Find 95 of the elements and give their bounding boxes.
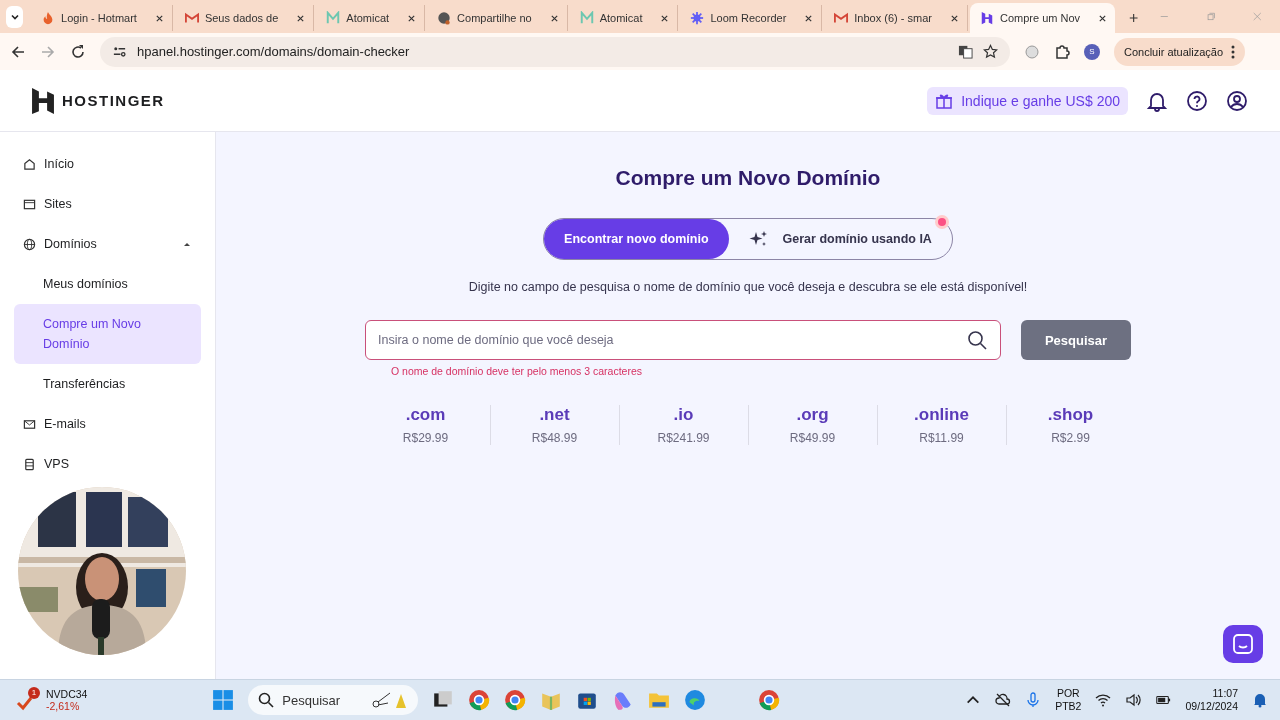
close-icon[interactable] — [804, 13, 814, 23]
tld-price: R$241.99 — [657, 431, 710, 445]
close-icon[interactable] — [660, 13, 670, 23]
new-tab-icon[interactable] — [1129, 12, 1139, 24]
caret-icon[interactable] — [183, 240, 191, 248]
browser-tab[interactable]: Compartilhe no — [427, 5, 568, 31]
chrome-icon[interactable] — [758, 689, 781, 711]
update-button[interactable]: Concluir atualização — [1114, 37, 1246, 66]
sidebar-item[interactable]: Sites — [14, 184, 201, 224]
stock-change: -2,61% — [46, 700, 81, 712]
logo[interactable]: HOSTINGER — [32, 87, 165, 114]
m-icon — [326, 11, 341, 25]
close-icon[interactable] — [949, 13, 959, 23]
edge-icon[interactable] — [684, 689, 707, 711]
reload-icon[interactable] — [70, 43, 86, 60]
mail-icon — [23, 417, 36, 431]
tld-name[interactable]: .online — [914, 405, 969, 425]
search-button[interactable]: Pesquisar — [1021, 320, 1131, 360]
search-icon[interactable] — [967, 330, 987, 350]
browser-tab[interactable]: Login - Hotmart — [31, 5, 173, 31]
translate-icon[interactable] — [958, 44, 973, 59]
speaker-icon[interactable] — [1125, 692, 1142, 708]
back-icon[interactable] — [10, 43, 26, 60]
chrome-icon[interactable] — [504, 689, 527, 711]
chrome-icon[interactable] — [468, 689, 491, 711]
site-settings-icon[interactable] — [112, 44, 127, 59]
h-logo-icon — [979, 11, 994, 25]
sidebar-item[interactable]: E-mails — [14, 404, 201, 444]
browser-tab[interactable]: Atomicat — [569, 5, 679, 31]
mode-tab[interactable]: Encontrar novo domínio — [544, 219, 729, 259]
sidebar-subitem[interactable]: Transferências — [14, 364, 201, 404]
profile-avatar[interactable]: S — [1084, 43, 1100, 60]
tld-price: R$49.99 — [789, 431, 836, 445]
tld-price: R$2.99 — [1051, 431, 1090, 445]
tld-price: R$29.99 — [402, 431, 449, 445]
sidebar-item[interactable]: Início — [14, 144, 201, 184]
sun-icon — [690, 11, 705, 25]
chevron-down-icon — [9, 12, 20, 22]
tld-name[interactable]: .shop — [1047, 405, 1094, 425]
tld-price: R$11.99 — [919, 431, 964, 445]
close-icon[interactable] — [407, 13, 417, 23]
home-icon — [23, 157, 36, 171]
sidebar-subitem[interactable]: Compre um Novo Domínio — [14, 304, 201, 364]
chat-button[interactable] — [1223, 625, 1263, 663]
tld-name[interactable]: .net — [539, 405, 570, 425]
logo-text: HOSTINGER — [62, 92, 165, 109]
domain-search-field[interactable]: Insira o nome de domínio que você deseja — [365, 320, 1001, 360]
search-icon — [258, 692, 275, 708]
tld-price: R$48.99 — [531, 431, 578, 445]
referral-button[interactable]: Indique e ganhe US$ 200 — [927, 86, 1128, 115]
server-icon — [23, 457, 36, 471]
sidebar-item[interactable]: Domínios — [14, 224, 201, 264]
close-icon[interactable] — [296, 13, 306, 23]
help-icon[interactable] — [1186, 89, 1208, 112]
window-icon — [23, 197, 36, 211]
microphone-icon[interactable] — [1025, 692, 1042, 708]
mail-icon — [834, 11, 849, 25]
sidebar-item[interactable]: VPS — [14, 444, 201, 484]
notification-dot — [937, 218, 946, 226]
tld-name[interactable]: .com — [405, 405, 446, 425]
tld-name[interactable]: .org — [796, 405, 829, 425]
page-title: Compre um Novo Domínio — [615, 166, 881, 190]
hint-text: Digite no campo de pesquisa o nome de domínio que você deseja e descubra se ele está disponível! — [468, 280, 1028, 294]
address-bar[interactable]: hpanel.hostinger.com/domains/domain-checker — [100, 36, 1010, 67]
logo-icon — [32, 87, 54, 114]
browser-tab[interactable]: Seus dados de — [174, 5, 315, 31]
taskbar-search-field[interactable]: Pesquisar — [248, 685, 419, 715]
close-icon[interactable] — [549, 13, 559, 23]
close-icon[interactable] — [1098, 13, 1108, 23]
browser-tab[interactable]: Atomicat — [316, 5, 426, 31]
error-message: O nome de domínio deve ter pelo menos 3 caracteres — [390, 365, 643, 377]
more-icon[interactable] — [1231, 44, 1236, 59]
chat-icon — [1232, 633, 1254, 655]
star-icon[interactable] — [983, 44, 998, 59]
account-icon[interactable] — [1226, 89, 1248, 112]
tab-search-button[interactable] — [6, 6, 24, 28]
wifi-icon[interactable] — [1095, 692, 1112, 708]
mail-icon — [184, 11, 199, 25]
stock-symbol: NVDC34 — [46, 688, 88, 700]
m-icon — [579, 11, 594, 25]
notification-badge: 1 — [28, 687, 40, 699]
browser-tab[interactable]: Compre um Nov — [969, 3, 1116, 33]
tld-name[interactable]: .io — [673, 405, 694, 425]
close-icon[interactable] — [154, 13, 164, 23]
puzzle-icon[interactable] — [1054, 43, 1070, 60]
sidebar-subitem[interactable]: Meus domínios — [14, 264, 201, 304]
language-indicator[interactable]: POR — [1056, 687, 1080, 700]
browser-tab[interactable]: Inbox (6) - smar — [824, 5, 968, 31]
cloud-off-icon[interactable] — [995, 692, 1012, 708]
browser-tab[interactable]: Loom Recorder — [680, 5, 823, 31]
mode-tab[interactable]: Gerar domínio usando IA — [728, 219, 952, 259]
clock-date[interactable]: 09/12/2024 — [1185, 700, 1238, 713]
keyboard-layout[interactable]: PTB2 — [1055, 700, 1082, 713]
windows-start-icon[interactable] — [212, 689, 235, 711]
clock-time[interactable]: 11:07 — [1212, 687, 1238, 700]
